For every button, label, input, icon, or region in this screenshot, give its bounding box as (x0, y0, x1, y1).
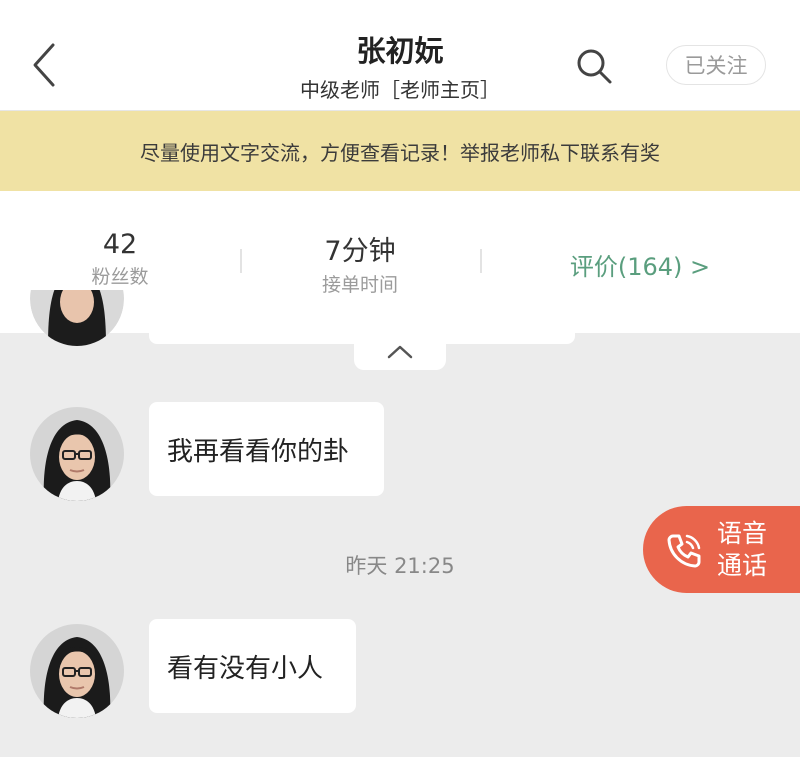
response-time-label: 接单时间 (321, 274, 398, 296)
message-bubble: 看有没有小人 (149, 619, 356, 713)
search-button[interactable] (570, 44, 618, 88)
response-time-value: 7分钟 (324, 236, 396, 267)
avatar[interactable] (30, 407, 124, 501)
notice-banner: 尽量使用文字交流，方便查看记录！举报老师私下联系有奖 (0, 111, 800, 191)
message-text: 我再看看你的卦 (167, 436, 350, 467)
teacher-avatar-image (30, 624, 124, 718)
voice-call-label-line2: 通话 (717, 551, 768, 580)
search-icon (577, 49, 612, 84)
chevron-up-icon (387, 345, 413, 358)
follow-button[interactable]: 已关注 (666, 45, 766, 85)
reviews-link[interactable]: 评价(164) > (560, 247, 720, 282)
message-bubble: 我再看看你的卦 (149, 402, 384, 496)
voice-call-label-line1: 语音 (717, 519, 768, 548)
stat-divider (480, 249, 482, 273)
avatar[interactable] (30, 624, 124, 718)
teacher-avatar-image (30, 407, 124, 501)
fans-stat: 42 粉丝数 (60, 229, 180, 289)
response-time-stat: 7分钟 接单时间 (290, 229, 430, 297)
fans-count: 42 (102, 229, 138, 260)
teacher-avatar-image (30, 290, 124, 346)
phone-icon (667, 534, 701, 568)
nav-bar: 张初妧 中级老师［老师主页］ 已关注 (0, 0, 800, 111)
chevron-left-icon (33, 43, 55, 87)
back-button[interactable] (22, 38, 66, 92)
message-text: 看有没有小人 (167, 653, 324, 684)
stat-divider (240, 249, 242, 273)
voice-call-button[interactable]: 语音 通话 (643, 506, 800, 593)
notice-text: 尽量使用文字交流，方便查看记录！举报老师私下联系有奖 (140, 140, 660, 165)
avatar[interactable] (30, 290, 124, 346)
collapse-stats-button[interactable] (354, 333, 446, 370)
fans-label: 粉丝数 (91, 266, 149, 288)
